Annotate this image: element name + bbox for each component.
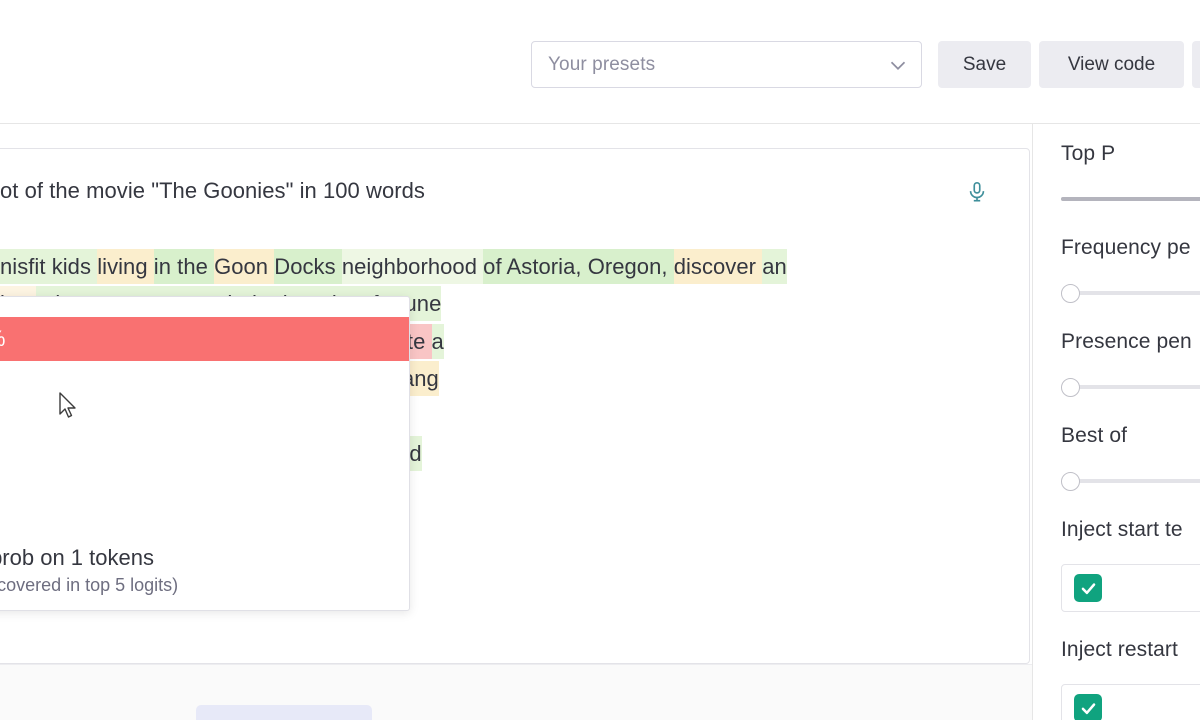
playground-screen: Your presets Save View code ot of the mo…: [0, 0, 1200, 720]
slider-thumb[interactable]: [1061, 378, 1080, 397]
logprob-entry: oup = 98.19%: [0, 317, 409, 361]
save-button[interactable]: Save: [938, 41, 1031, 88]
sidebar-label-inject-start-text: Inject start te: [1061, 518, 1200, 542]
slider-top-p[interactable]: [1061, 188, 1200, 210]
slider-track: [1061, 385, 1200, 389]
sidebar-group-top-p: Top P: [1061, 142, 1200, 210]
slider-track: [1061, 291, 1200, 295]
completion-token[interactable]: nisfit kids: [0, 249, 97, 284]
checkbox-field-inject-restart-text[interactable]: [1061, 684, 1200, 720]
logprob-tooltip: oup = 98.19%nd = 0.74%g = 0.35%ng = 0.15…: [0, 296, 410, 611]
check-icon: [1079, 579, 1098, 598]
sidebar-label-inject-restart-text: Inject restart: [1061, 638, 1200, 662]
logprob-coverage-line: 55% probability covered in top 5 logits): [0, 575, 391, 596]
sidebar-group-presence-penalty: Presence pen: [1061, 330, 1200, 398]
logprob-entry: ng = 0.15%: [0, 443, 409, 481]
checkbox-inject-restart-text[interactable]: [1074, 694, 1102, 720]
slider-fill: [1061, 197, 1200, 201]
top-toolbar: Your presets Save View code: [0, 0, 1200, 124]
slider-frequency-penalty[interactable]: [1061, 282, 1200, 304]
prompt-text: ot of the movie "The Goonies" in 100 wor…: [0, 172, 1030, 210]
view-code-button[interactable]: View code: [1039, 41, 1184, 88]
editor-bottom-bar: [0, 664, 1032, 720]
sidebar-group-inject-start-text: Inject start te: [1061, 518, 1200, 612]
chevron-down-icon: [885, 52, 911, 78]
completion-token[interactable]: Goon: [214, 249, 274, 284]
completion-token[interactable]: Docks: [274, 249, 342, 284]
slider-presence-penalty[interactable]: [1061, 376, 1200, 398]
logprob-total-line: tal: -0.02 logprob on 1 tokens: [0, 545, 391, 571]
preset-select-placeholder: Your presets: [548, 54, 885, 76]
completion-token[interactable]: discover: [674, 249, 762, 284]
preset-select[interactable]: Your presets: [531, 41, 922, 88]
slider-track: [1061, 479, 1200, 483]
completion-token[interactable]: an: [762, 249, 787, 284]
slider-thumb[interactable]: [1061, 284, 1080, 303]
completion-line[interactable]: nisfit kids living in the Goon Docks nei…: [0, 248, 1030, 286]
completion-token[interactable]: a: [432, 324, 444, 359]
toolbar-overflow-button[interactable]: [1192, 41, 1200, 88]
completion-token[interactable]: in the: [154, 249, 214, 284]
completion-token[interactable]: of Astoria, Oregon,: [483, 249, 674, 284]
sidebar-group-inject-restart-text: Inject restart: [1061, 638, 1200, 720]
sidebar-group-best-of: Best of: [1061, 424, 1200, 492]
completion-token[interactable]: living: [97, 249, 154, 284]
checkbox-field-inject-start-text[interactable]: [1061, 564, 1200, 612]
submit-button-partial[interactable]: [196, 705, 372, 720]
slider-thumb[interactable]: [1061, 472, 1080, 491]
logprob-entry: ung = 0.12%: [0, 481, 409, 519]
sidebar-group-frequency-penalty: Frequency pe: [1061, 236, 1200, 304]
check-icon: [1079, 699, 1098, 718]
completion-token[interactable]: neighborhood: [342, 249, 483, 284]
sidebar-label-top-p: Top P: [1061, 142, 1200, 166]
sidebar-label-frequency-penalty: Frequency pe: [1061, 236, 1200, 260]
checkbox-inject-start-text[interactable]: [1074, 574, 1102, 602]
sidebar-label-presence-penalty: Presence pen: [1061, 330, 1200, 354]
logprob-total: tal: -0.02 logprob on 1 tokens 55% proba…: [0, 519, 409, 596]
mouse-cursor: [58, 392, 78, 422]
parameters-sidebar: Top P Frequency pe Presence pen Best of Inje…: [1033, 124, 1200, 720]
sidebar-label-best-of: Best of: [1061, 424, 1200, 448]
slider-best-of[interactable]: [1061, 470, 1200, 492]
